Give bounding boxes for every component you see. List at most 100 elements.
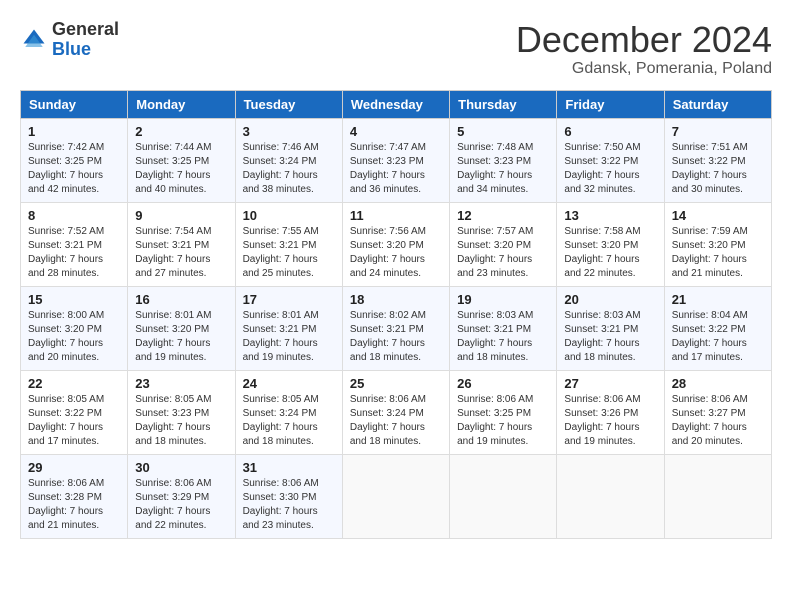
calendar-cell: 8 Sunrise: 7:52 AMSunset: 3:21 PMDaylight… xyxy=(21,202,128,286)
calendar-cell: 24Sunrise: 8:05 AMSunset: 3:24 PMDayligh… xyxy=(235,370,342,454)
day-detail: Sunrise: 7:54 AMSunset: 3:21 PMDaylight:… xyxy=(135,225,227,281)
day-number: 8 xyxy=(28,208,120,223)
day-number: 6 xyxy=(564,124,656,139)
day-detail: Sunrise: 8:02 AMSunset: 3:21 PMDaylight:… xyxy=(350,309,442,365)
day-detail: Sunrise: 7:51 AMSunset: 3:22 PMDaylight:… xyxy=(672,141,764,197)
month-title: December 2024 xyxy=(516,20,772,60)
calendar-cell: 18 Sunrise: 8:02 AMSunset: 3:21 PMDayligh… xyxy=(342,286,449,370)
day-detail: Sunrise: 8:05 AMSunset: 3:22 PMDaylight:… xyxy=(28,393,120,449)
calendar-cell: 19 Sunrise: 8:03 AMSunset: 3:21 PMDayligh… xyxy=(450,286,557,370)
day-header-wednesday: Wednesday xyxy=(342,90,449,118)
day-number: 20 xyxy=(564,292,656,307)
calendar-week-5: 29Sunrise: 8:06 AMSunset: 3:28 PMDayligh… xyxy=(21,454,772,538)
day-number: 17 xyxy=(243,292,335,307)
calendar-cell: 11 Sunrise: 7:56 AMSunset: 3:20 PMDayligh… xyxy=(342,202,449,286)
day-detail: Sunrise: 8:06 AMSunset: 3:26 PMDaylight:… xyxy=(564,393,656,449)
day-detail: Sunrise: 8:03 AMSunset: 3:21 PMDaylight:… xyxy=(564,309,656,365)
location-subtitle: Gdansk, Pomerania, Poland xyxy=(516,60,772,78)
day-detail: Sunrise: 8:00 AMSunset: 3:20 PMDaylight:… xyxy=(28,309,120,365)
day-detail: Sunrise: 8:05 AMSunset: 3:23 PMDaylight:… xyxy=(135,393,227,449)
day-number: 3 xyxy=(243,124,335,139)
calendar-cell: 17Sunrise: 8:01 AMSunset: 3:21 PMDayligh… xyxy=(235,286,342,370)
day-detail: Sunrise: 7:55 AMSunset: 3:21 PMDaylight:… xyxy=(243,225,335,281)
day-number: 28 xyxy=(672,376,764,391)
day-number: 26 xyxy=(457,376,549,391)
day-detail: Sunrise: 7:42 AMSunset: 3:25 PMDaylight:… xyxy=(28,141,120,197)
day-number: 13 xyxy=(564,208,656,223)
calendar-cell xyxy=(342,454,449,538)
logo-blue-text: Blue xyxy=(52,39,91,59)
calendar-cell: 20 Sunrise: 8:03 AMSunset: 3:21 PMDayligh… xyxy=(557,286,664,370)
day-number: 18 xyxy=(350,292,442,307)
day-detail: Sunrise: 8:01 AMSunset: 3:20 PMDaylight:… xyxy=(135,309,227,365)
day-detail: Sunrise: 7:56 AMSunset: 3:20 PMDaylight:… xyxy=(350,225,442,281)
calendar-week-2: 8 Sunrise: 7:52 AMSunset: 3:21 PMDaylight… xyxy=(21,202,772,286)
day-detail: Sunrise: 8:06 AMSunset: 3:27 PMDaylight:… xyxy=(672,393,764,449)
calendar-cell: 22 Sunrise: 8:05 AMSunset: 3:22 PMDayligh… xyxy=(21,370,128,454)
day-detail: Sunrise: 8:04 AMSunset: 3:22 PMDaylight:… xyxy=(672,309,764,365)
day-detail: Sunrise: 8:06 AMSunset: 3:29 PMDaylight:… xyxy=(135,477,227,533)
day-number: 31 xyxy=(243,460,335,475)
day-number: 30 xyxy=(135,460,227,475)
day-detail: Sunrise: 7:58 AMSunset: 3:20 PMDaylight:… xyxy=(564,225,656,281)
calendar-cell xyxy=(664,454,771,538)
calendar-cell: 13 Sunrise: 7:58 AMSunset: 3:20 PMDayligh… xyxy=(557,202,664,286)
calendar-cell: 15Sunrise: 8:00 AMSunset: 3:20 PMDayligh… xyxy=(21,286,128,370)
day-detail: Sunrise: 8:06 AMSunset: 3:24 PMDaylight:… xyxy=(350,393,442,449)
page-header: General Blue December 2024 Gdansk, Pomer… xyxy=(20,20,772,78)
day-detail: Sunrise: 7:48 AMSunset: 3:23 PMDaylight:… xyxy=(457,141,549,197)
calendar-cell: 29Sunrise: 8:06 AMSunset: 3:28 PMDayligh… xyxy=(21,454,128,538)
day-detail: Sunrise: 7:57 AMSunset: 3:20 PMDaylight:… xyxy=(457,225,549,281)
day-detail: Sunrise: 8:05 AMSunset: 3:24 PMDaylight:… xyxy=(243,393,335,449)
calendar-cell: 4Sunrise: 7:47 AMSunset: 3:23 PMDaylight… xyxy=(342,118,449,202)
calendar-header-row: SundayMondayTuesdayWednesdayThursdayFrid… xyxy=(21,90,772,118)
day-number: 19 xyxy=(457,292,549,307)
logo-general-text: General xyxy=(52,19,119,39)
calendar-table: SundayMondayTuesdayWednesdayThursdayFrid… xyxy=(20,90,772,539)
calendar-cell xyxy=(557,454,664,538)
calendar-cell: 16Sunrise: 8:01 AMSunset: 3:20 PMDayligh… xyxy=(128,286,235,370)
day-number: 23 xyxy=(135,376,227,391)
calendar-week-1: 1 Sunrise: 7:42 AMSunset: 3:25 PMDaylight… xyxy=(21,118,772,202)
calendar-cell: 6 Sunrise: 7:50 AMSunset: 3:22 PMDaylight… xyxy=(557,118,664,202)
day-number: 12 xyxy=(457,208,549,223)
title-section: December 2024 Gdansk, Pomerania, Poland xyxy=(516,20,772,78)
day-detail: Sunrise: 8:06 AMSunset: 3:25 PMDaylight:… xyxy=(457,393,549,449)
day-detail: Sunrise: 7:47 AMSunset: 3:23 PMDaylight:… xyxy=(350,141,442,197)
calendar-cell: 10 Sunrise: 7:55 AMSunset: 3:21 PMDayligh… xyxy=(235,202,342,286)
calendar-cell xyxy=(450,454,557,538)
day-detail: Sunrise: 7:50 AMSunset: 3:22 PMDaylight:… xyxy=(564,141,656,197)
day-number: 29 xyxy=(28,460,120,475)
day-number: 25 xyxy=(350,376,442,391)
calendar-cell: 28 Sunrise: 8:06 AMSunset: 3:27 PMDayligh… xyxy=(664,370,771,454)
calendar-cell: 21Sunrise: 8:04 AMSunset: 3:22 PMDayligh… xyxy=(664,286,771,370)
day-number: 22 xyxy=(28,376,120,391)
day-detail: Sunrise: 7:59 AMSunset: 3:20 PMDaylight:… xyxy=(672,225,764,281)
calendar-cell: 26 Sunrise: 8:06 AMSunset: 3:25 PMDayligh… xyxy=(450,370,557,454)
calendar-cell: 23 Sunrise: 8:05 AMSunset: 3:23 PMDayligh… xyxy=(128,370,235,454)
calendar-cell: 31Sunrise: 8:06 AMSunset: 3:30 PMDayligh… xyxy=(235,454,342,538)
calendar-cell: 1 Sunrise: 7:42 AMSunset: 3:25 PMDaylight… xyxy=(21,118,128,202)
calendar-cell: 27Sunrise: 8:06 AMSunset: 3:26 PMDayligh… xyxy=(557,370,664,454)
calendar-cell: 2Sunrise: 7:44 AMSunset: 3:25 PMDaylight… xyxy=(128,118,235,202)
day-number: 2 xyxy=(135,124,227,139)
day-header-saturday: Saturday xyxy=(664,90,771,118)
calendar-week-4: 22 Sunrise: 8:05 AMSunset: 3:22 PMDayligh… xyxy=(21,370,772,454)
day-number: 9 xyxy=(135,208,227,223)
day-header-tuesday: Tuesday xyxy=(235,90,342,118)
day-number: 1 xyxy=(28,124,120,139)
day-header-thursday: Thursday xyxy=(450,90,557,118)
day-detail: Sunrise: 8:03 AMSunset: 3:21 PMDaylight:… xyxy=(457,309,549,365)
day-number: 14 xyxy=(672,208,764,223)
calendar-cell: 7Sunrise: 7:51 AMSunset: 3:22 PMDaylight… xyxy=(664,118,771,202)
day-number: 11 xyxy=(350,208,442,223)
day-header-monday: Monday xyxy=(128,90,235,118)
calendar-cell: 5Sunrise: 7:48 AMSunset: 3:23 PMDaylight… xyxy=(450,118,557,202)
day-detail: Sunrise: 7:46 AMSunset: 3:24 PMDaylight:… xyxy=(243,141,335,197)
logo: General Blue xyxy=(20,20,119,60)
calendar-cell: 9 Sunrise: 7:54 AMSunset: 3:21 PMDaylight… xyxy=(128,202,235,286)
calendar-week-3: 15Sunrise: 8:00 AMSunset: 3:20 PMDayligh… xyxy=(21,286,772,370)
day-number: 10 xyxy=(243,208,335,223)
day-header-sunday: Sunday xyxy=(21,90,128,118)
day-detail: Sunrise: 7:52 AMSunset: 3:21 PMDaylight:… xyxy=(28,225,120,281)
